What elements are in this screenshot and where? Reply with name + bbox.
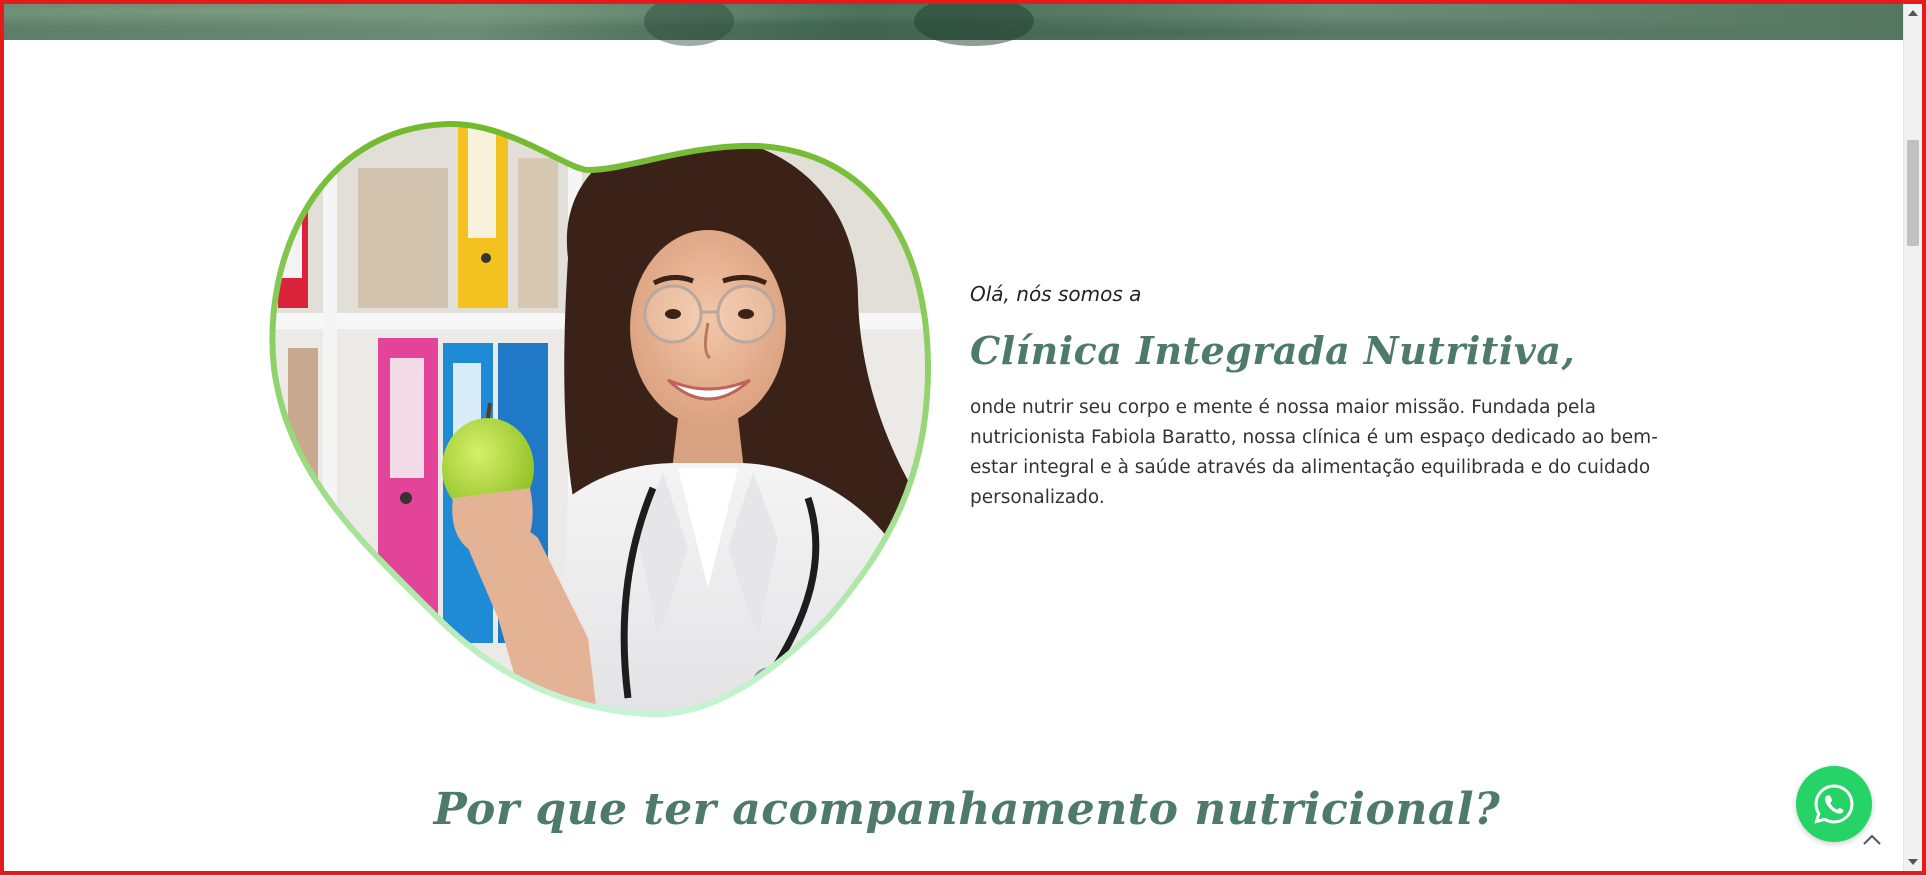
about-title: Clínica Integrada Nutritiva, [970,328,1576,373]
whatsapp-icon [1814,784,1854,824]
nutritionist-photo-frame [268,118,934,722]
nutritionist-photo [269,120,932,718]
about-pre-title: Olá, nós somos a [970,282,1142,306]
chevron-up-icon [1863,834,1881,845]
vertical-scrollbar[interactable] [1903,4,1922,871]
page-viewport: Olá, nós somos a Clínica Integrada Nutri… [0,0,1926,875]
section-title: Por que ter acompanhamento nutricional? [433,784,1501,835]
scroll-down-arrow-icon[interactable] [1908,859,1918,865]
back-to-top-button[interactable] [1858,826,1886,854]
about-intro: Olá, nós somos a Clínica Integrada Nutri… [970,282,1660,513]
scroll-up-arrow-icon[interactable] [1908,10,1918,16]
scrollbar-thumb[interactable] [1907,140,1919,246]
hero-leaf-decoration [644,4,734,46]
hero-leaf-decoration [914,4,1034,46]
hero-background-image [4,4,1904,46]
about-description: onde nutrir seu corpo e mente é nossa ma… [970,397,1658,508]
